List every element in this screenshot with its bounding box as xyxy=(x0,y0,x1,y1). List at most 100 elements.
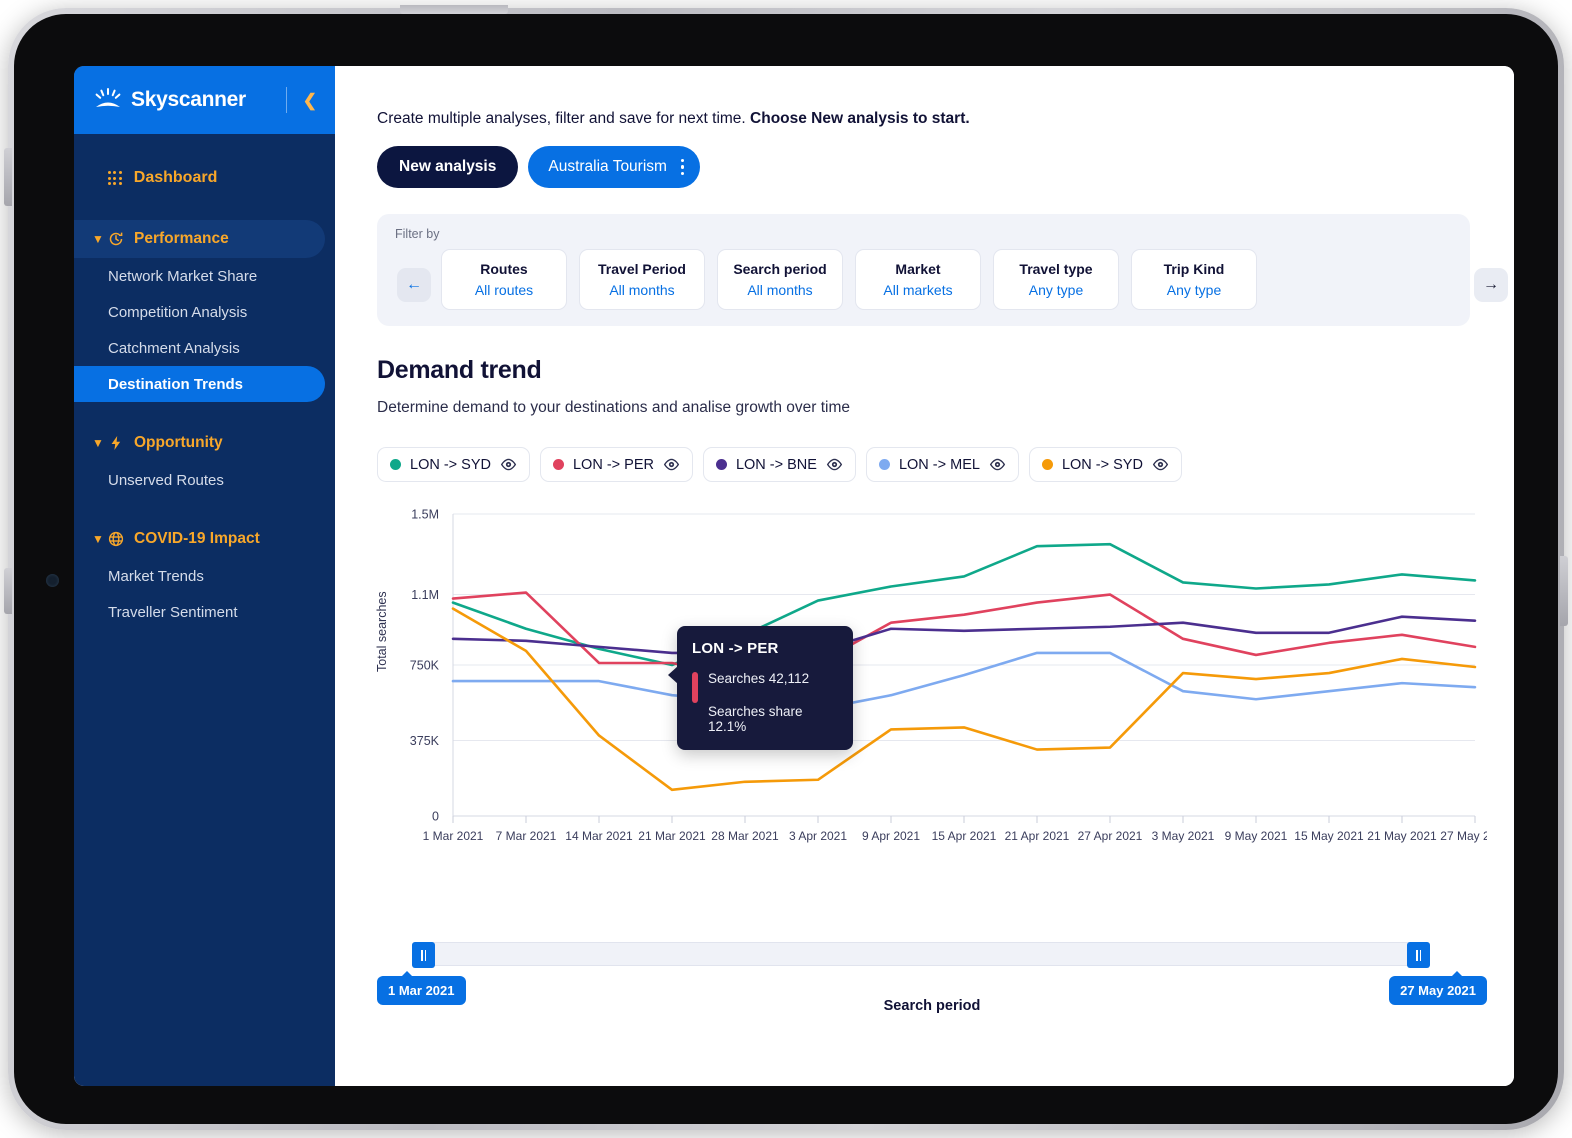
filter-card-list: Routes All routes Travel Period All mont… xyxy=(395,249,1452,310)
intro-bold: Choose New analysis to start. xyxy=(750,110,970,127)
svg-text:9 Apr 2021: 9 Apr 2021 xyxy=(862,829,920,843)
sidebar-item-destination-trends[interactable]: Destination Trends xyxy=(74,366,325,402)
sidebar-item-competition-analysis[interactable]: Competition Analysis xyxy=(74,294,325,330)
filter-card-value: Any type xyxy=(1028,282,1084,298)
sidebar-brand-header: Skyscanner ❮ xyxy=(74,66,335,134)
svg-text:1 Mar 2021: 1 Mar 2021 xyxy=(423,829,484,843)
chevron-down-icon: ▼ xyxy=(92,436,104,450)
svg-text:3 Apr 2021: 3 Apr 2021 xyxy=(789,829,847,843)
sidebar-group-opportunity[interactable]: ▼ Opportunity xyxy=(74,424,325,462)
range-handle-start[interactable] xyxy=(412,942,435,968)
eye-icon[interactable] xyxy=(500,456,517,473)
svg-text:1.5M: 1.5M xyxy=(411,508,439,522)
series-color-dot xyxy=(552,459,564,470)
filter-card-value: All markets xyxy=(883,282,953,298)
legend-chip-lon-per[interactable]: LON -> PER xyxy=(539,447,693,482)
device-side-button xyxy=(1560,556,1568,626)
sidebar-group-label: COVID-19 Impact xyxy=(134,530,260,547)
series-color-dot xyxy=(390,459,401,470)
kebab-menu-icon[interactable] xyxy=(680,158,685,176)
chevron-left-icon[interactable]: ❮ xyxy=(299,89,321,112)
svg-text:27 May 2021: 27 May 2021 xyxy=(1440,829,1487,843)
sidebar-item-network-market-share[interactable]: Network Market Share xyxy=(74,258,325,294)
legend-chip-lon-mel[interactable]: LON -> MEL xyxy=(865,447,1019,482)
eye-icon[interactable] xyxy=(663,456,680,473)
arrow-right-icon[interactable]: → xyxy=(1474,268,1508,302)
app-screen: Skyscanner ❮ Dashboard ▼ Performance Net… xyxy=(74,66,1514,1086)
legend-label: LON -> MEL xyxy=(898,456,980,473)
sidebar-item-label: Unserved Routes xyxy=(108,471,224,489)
filter-card-market[interactable]: Market All markets xyxy=(855,249,981,310)
svg-text:0: 0 xyxy=(432,810,439,824)
filter-card-value: All months xyxy=(609,282,675,298)
tablet-screen-bezel: Skyscanner ❮ Dashboard ▼ Performance Net… xyxy=(14,14,1558,1124)
chart-canvas: 0 375K 750K 1.1M 1.5M 1 Mar 2021 7 Mar 2021 14 … xyxy=(410,508,1487,844)
sun-rays-icon xyxy=(94,88,122,112)
chevron-down-icon: ▼ xyxy=(92,532,104,546)
sidebar-item-label: Dashboard xyxy=(133,169,218,186)
filter-card-value: Any type xyxy=(1166,282,1222,298)
filter-card-search-period[interactable]: Search period All months xyxy=(717,249,843,310)
legend-chip-lon-bne[interactable]: LON -> BNE xyxy=(702,447,856,482)
sidebar-item-unserved-routes[interactable]: Unserved Routes xyxy=(74,462,325,498)
filter-card-title: Search period xyxy=(733,261,827,277)
front-camera-icon xyxy=(46,574,59,587)
tooltip-rows: Searches 42,112 Searches share 12.1% xyxy=(692,671,838,734)
eye-icon[interactable] xyxy=(826,456,843,473)
legend-label: LON -> BNE xyxy=(735,456,817,473)
range-handle-end[interactable] xyxy=(1407,942,1430,968)
page-title: Demand trend xyxy=(377,356,542,384)
svg-text:28 Mar 2021: 28 Mar 2021 xyxy=(711,829,779,843)
page-subtitle: Determine demand to your destinations an… xyxy=(377,399,851,416)
filter-card-value: All months xyxy=(747,282,813,298)
filter-card-routes[interactable]: Routes All routes xyxy=(441,249,567,310)
eye-icon[interactable] xyxy=(989,456,1006,473)
demand-trend-chart[interactable]: Total searches 0 375K 750K 1.1M 1.5M 1 Mar 20… xyxy=(375,504,1487,924)
sidebar-group-covid-19-impact[interactable]: ▼ COVID-19 Impact xyxy=(74,520,325,558)
arrow-left-icon[interactable]: ← xyxy=(397,268,431,302)
series-color-dot xyxy=(715,459,727,470)
device-power-button xyxy=(400,5,508,14)
sidebar-item-traveller-sentiment[interactable]: Traveller Sentiment xyxy=(74,594,325,630)
legend-chip-lon-syd-2[interactable]: LON -> SYD xyxy=(1028,447,1182,482)
chart-legend: LON -> SYD LON -> PER LON -> BNE LON -> … xyxy=(377,447,1470,482)
filter-card-travel-type[interactable]: Travel type Any type xyxy=(993,249,1119,310)
svg-text:15 May 2021: 15 May 2021 xyxy=(1294,829,1364,843)
sidebar-item-label: Traveller Sentiment xyxy=(108,603,238,621)
sidebar-group-performance[interactable]: ▼ Performance xyxy=(74,220,325,258)
svg-text:3 May 2021: 3 May 2021 xyxy=(1152,829,1215,843)
filter-card-title: Travel type xyxy=(1019,261,1093,277)
intro-plain: Create multiple analyses, filter and sav… xyxy=(377,110,751,127)
sidebar-item-market-trends[interactable]: Market Trends xyxy=(74,558,325,594)
series-color-dot xyxy=(1041,459,1053,470)
device-volume-down-button xyxy=(4,568,12,614)
svg-text:21 Mar 2021: 21 Mar 2021 xyxy=(638,829,706,843)
svg-text:7 Mar 2021: 7 Mar 2021 xyxy=(496,829,557,843)
sidebar-item-catchment-analysis[interactable]: Catchment Analysis xyxy=(74,330,325,366)
tooltip-pointer xyxy=(668,666,678,684)
range-track[interactable] xyxy=(412,942,1430,968)
svg-text:21 May 2021: 21 May 2021 xyxy=(1367,829,1437,843)
filter-card-travel-period[interactable]: Travel Period All months xyxy=(579,249,705,310)
saved-analysis-chip[interactable]: Australia Tourism xyxy=(528,146,701,188)
device-volume-up-button xyxy=(4,148,12,206)
sidebar-item-dashboard[interactable]: Dashboard xyxy=(74,158,335,198)
filter-by-label: Filter by xyxy=(395,227,440,241)
legend-label: LON -> SYD xyxy=(410,456,491,473)
filter-card-trip-kind[interactable]: Trip Kind Any type xyxy=(1131,249,1257,310)
new-analysis-button[interactable]: New analysis xyxy=(377,146,519,188)
clock-icon xyxy=(108,231,132,247)
filter-card-title: Travel Period xyxy=(598,261,686,277)
tooltip-title: LON -> PER xyxy=(692,640,779,657)
sidebar-item-label: Competition Analysis xyxy=(108,303,248,321)
sidebar-collapse-group: ❮ xyxy=(285,66,321,134)
grid-dots-icon xyxy=(108,171,122,185)
svg-text:27 Apr 2021: 27 Apr 2021 xyxy=(1078,829,1143,843)
sidebar-group-label: Performance xyxy=(134,230,229,247)
eye-icon[interactable] xyxy=(1152,456,1169,473)
legend-chip-lon-syd-1[interactable]: LON -> SYD xyxy=(377,447,530,482)
tooltip-row-searches: Searches 42,112 xyxy=(708,671,810,686)
main-content: Create multiple analyses, filter and sav… xyxy=(335,66,1514,1086)
legend-label: LON -> PER xyxy=(572,456,654,473)
